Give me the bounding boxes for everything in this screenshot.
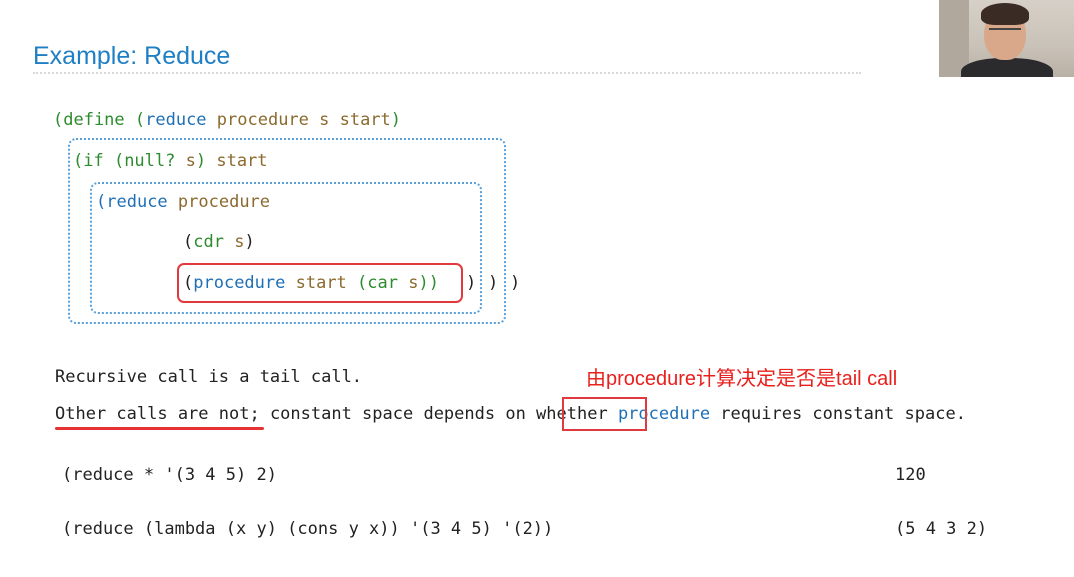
webcam-video [939,0,1074,77]
example-1-expression: (reduce * '(3 4 5) 2) [62,465,277,485]
code-line-define: (define (reduce procedure s start) [53,110,402,130]
code-line-procedure: (procedure start (car s)) [183,273,439,293]
closing-paren-2: ) [488,273,499,293]
webcam-glasses [989,28,1021,36]
constant-space-note: Other calls are not; constant space depe… [55,404,966,424]
code-line-reduce: (reduce procedure [96,192,271,212]
tail-call-note: Recursive call is a tail call. [55,367,363,387]
example-2-expression: (reduce (lambda (x y) (cons y x)) '(3 4 … [62,519,554,539]
webcam-person-body [961,58,1053,77]
handwritten-annotation: 由procedure计算决定是否是tail call [586,368,898,390]
closing-paren-3: ) [510,273,521,293]
whether-highlight-box [562,397,647,431]
webcam-person-hair [981,3,1029,25]
example-1-result: 120 [895,465,926,485]
other-calls-underline [55,427,264,430]
closing-paren-1: ) [466,273,477,293]
example-2-result: (5 4 3 2) [895,519,988,539]
slide-title: Example: Reduce [33,42,231,70]
code-line-cdr: (cdr s) [183,232,255,252]
title-divider [33,72,861,74]
code-line-if: (if (null? s) start [73,151,268,171]
